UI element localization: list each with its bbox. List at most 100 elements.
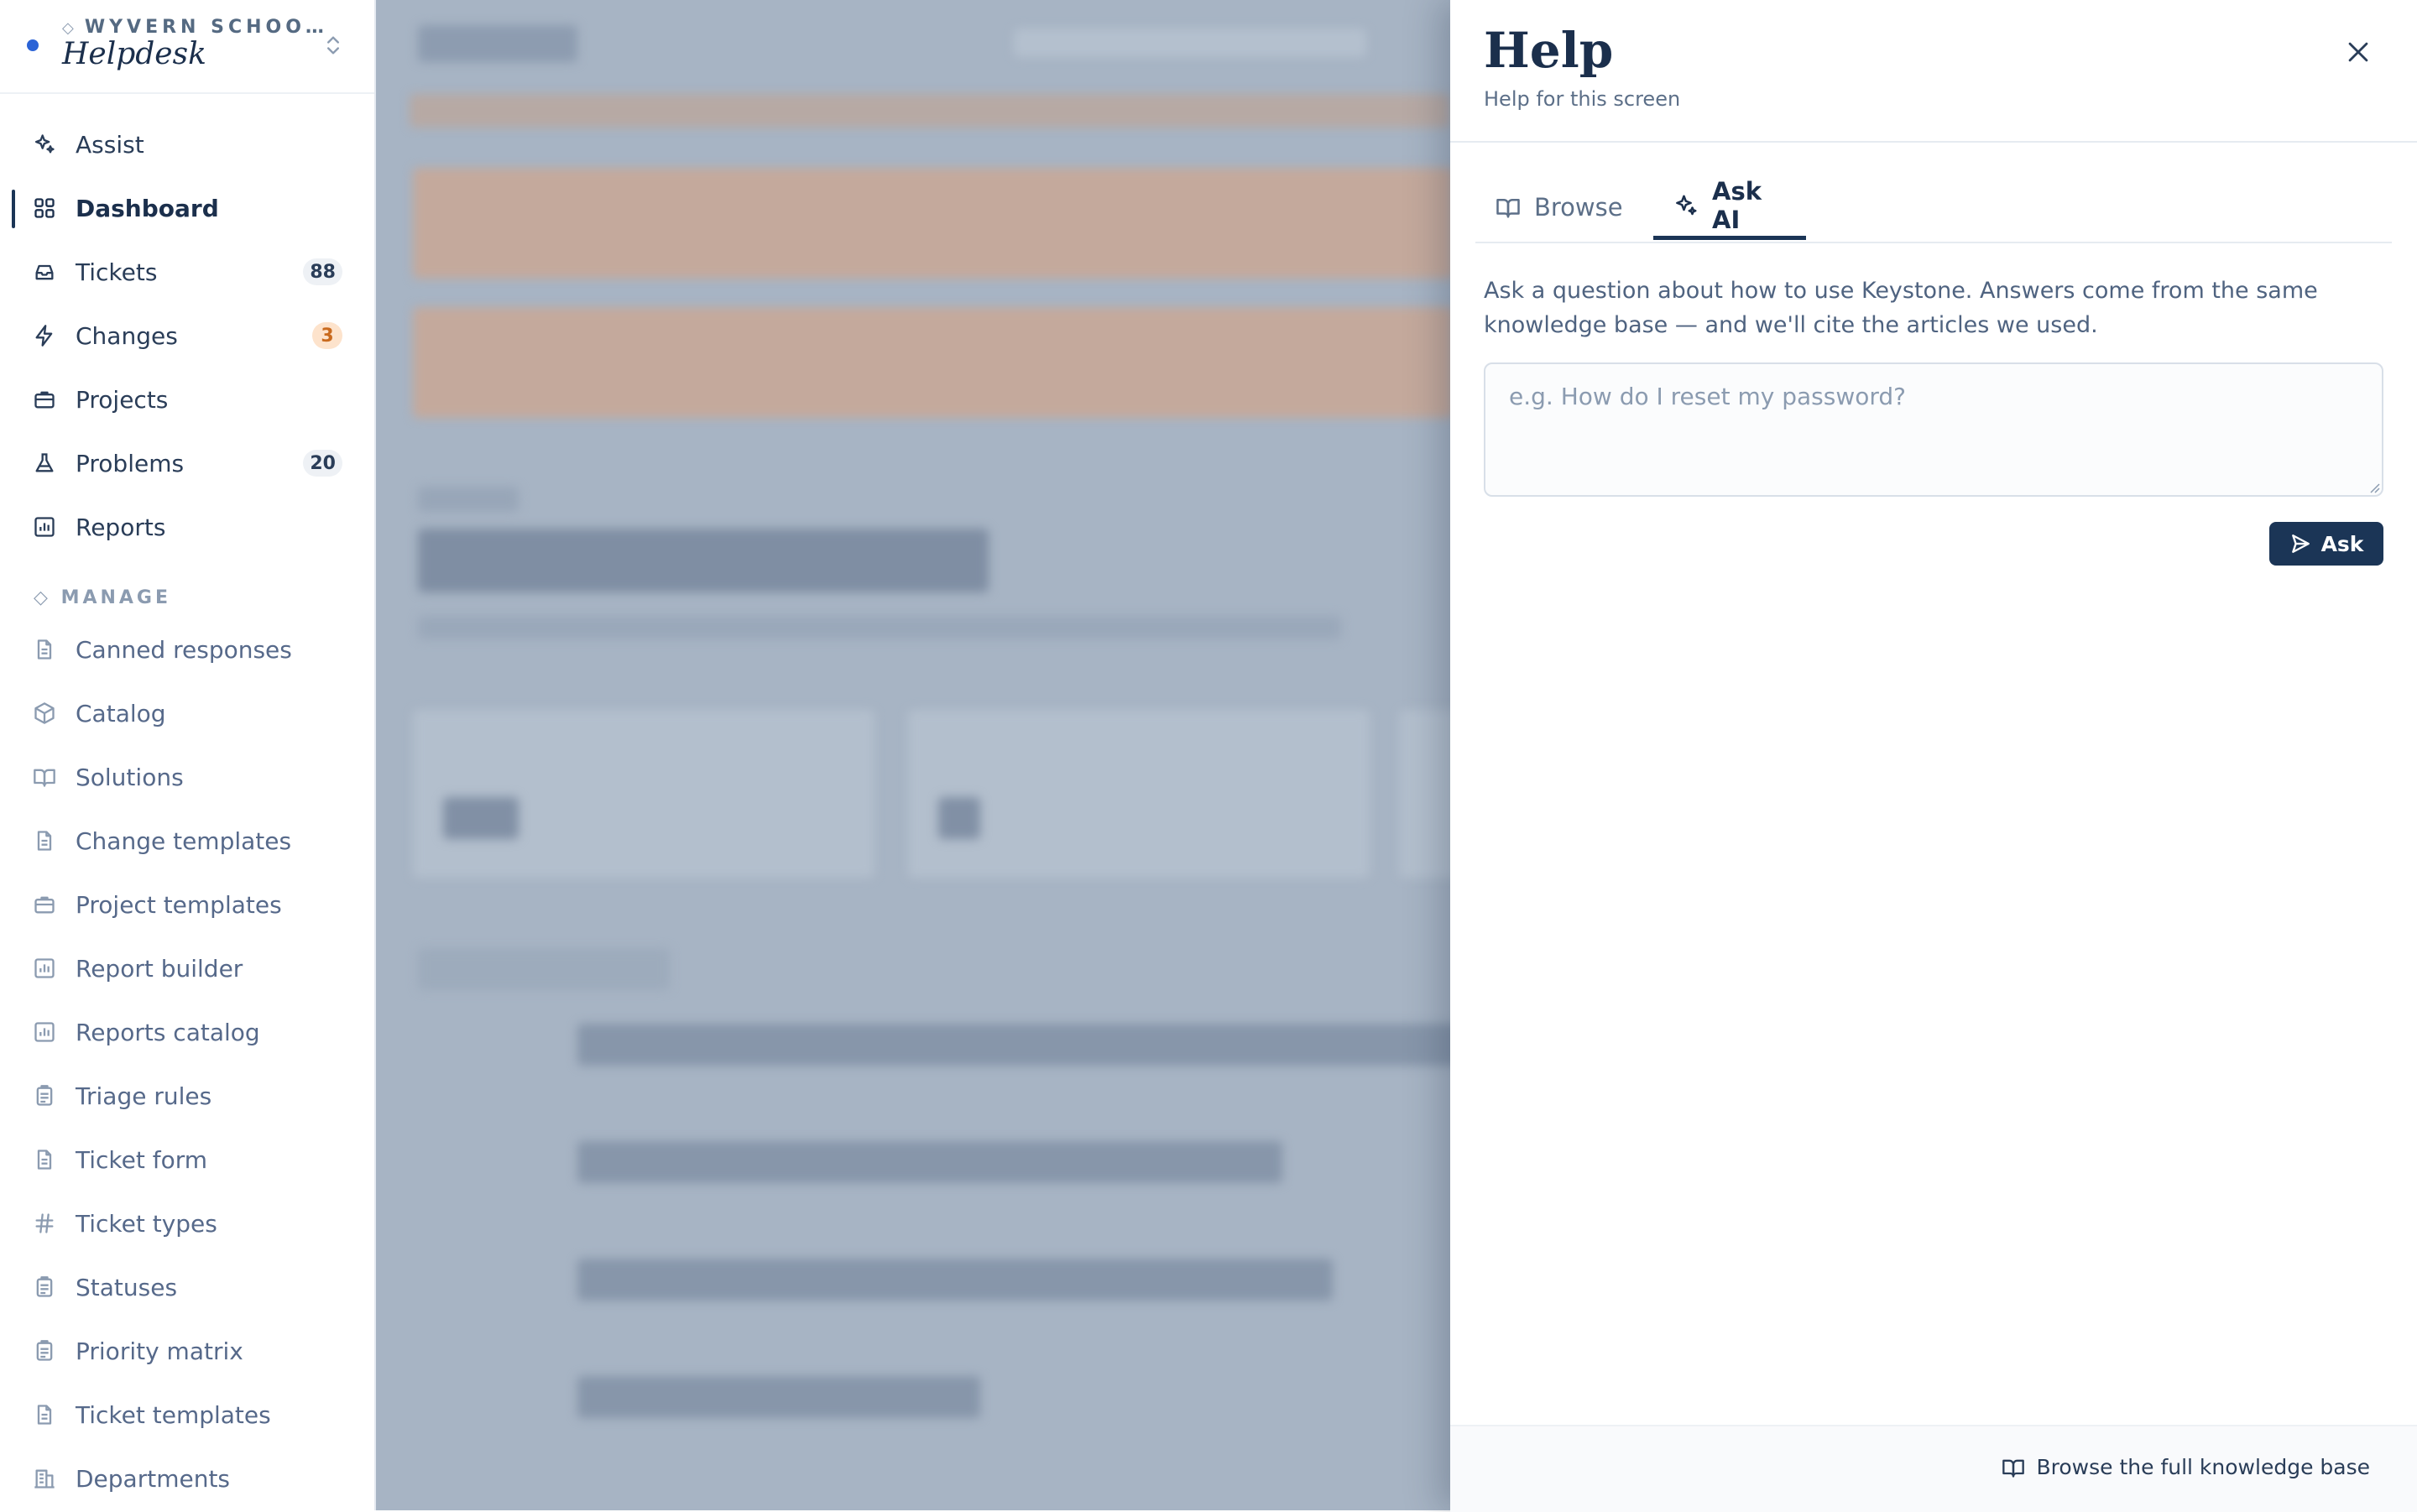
count-badge: 88 — [303, 258, 342, 285]
flask-icon — [32, 451, 57, 476]
sparkles-icon — [32, 132, 57, 157]
nav-item-label: Dashboard — [76, 194, 219, 222]
tab-label: Browse — [1534, 193, 1623, 222]
nav-item-tickets[interactable]: Tickets 88 — [32, 248, 342, 295]
close-icon — [2344, 38, 2373, 66]
panel-footer: Browse the full knowledge base — [1450, 1425, 2417, 1512]
workspace-status-dot — [27, 39, 39, 51]
count-badge: 3 — [312, 322, 342, 349]
blurred-page-title — [418, 529, 989, 592]
panel-divider — [1450, 141, 2417, 143]
nav-item-label: Projects — [76, 385, 169, 414]
nav-item-label: Problems — [76, 449, 185, 477]
nav-item-report-builder[interactable]: Report builder — [32, 945, 342, 992]
blurred-stat-card — [1400, 710, 1450, 878]
book-icon — [32, 764, 57, 790]
nav-item-label: Reports catalog — [76, 1018, 260, 1046]
blurred-search — [1014, 29, 1366, 57]
blurred-stat-value — [938, 797, 980, 839]
blurred-alert — [413, 307, 1450, 418]
ask-button-label: Ask — [2320, 531, 2364, 556]
document-icon — [32, 828, 57, 853]
book-icon — [2002, 1456, 2025, 1479]
help-panel: Help Help for this screen Browse Ask AI … — [1450, 0, 2417, 1512]
chart-icon — [32, 956, 57, 981]
chevron-updown-icon[interactable] — [321, 34, 345, 57]
close-button[interactable] — [2341, 35, 2375, 69]
blurred-page-header — [418, 25, 577, 62]
clipboard-icon — [32, 1275, 57, 1300]
blurred-list-row — [577, 1141, 1282, 1183]
workspace-name: Helpdesk — [62, 37, 206, 71]
briefcase-icon — [32, 387, 57, 412]
blurred-list-row — [577, 1024, 1450, 1066]
sparkles-icon — [1673, 193, 1699, 218]
send-icon — [2289, 533, 2311, 555]
nav-item-label: Catalog — [76, 699, 166, 727]
nav-item-ticket-types[interactable]: Ticket types — [32, 1200, 342, 1247]
chart-icon — [32, 1019, 57, 1045]
nav-item-assist[interactable]: Assist — [32, 121, 342, 168]
resize-grip-icon[interactable] — [2368, 482, 2380, 493]
book-icon — [1496, 195, 1521, 220]
grid-icon — [32, 196, 57, 221]
ask-button[interactable]: Ask — [2269, 522, 2383, 566]
modal-backdrop[interactable] — [376, 0, 1450, 1510]
blurred-list-row — [577, 1259, 1333, 1301]
nav-item-changes[interactable]: Changes 3 — [32, 312, 342, 359]
nav-item-label: Statuses — [76, 1273, 178, 1301]
nav-item-dashboard[interactable]: Dashboard — [32, 185, 342, 232]
count-badge: 20 — [303, 450, 342, 477]
nav-item-label: Reports — [76, 513, 166, 541]
nav-item-problems[interactable]: Problems 20 — [32, 440, 342, 487]
nav-item-label: Ticket form — [76, 1145, 208, 1174]
nav-item-change-templates[interactable]: Change templates — [32, 817, 342, 864]
ask-ai-intro: Ask a question about how to use Keystone… — [1484, 278, 2318, 338]
nav-item-ticket-form[interactable]: Ticket form — [32, 1136, 342, 1183]
nav-item-triage-rules[interactable]: Triage rules — [32, 1072, 342, 1119]
blurred-list-row — [577, 1376, 980, 1418]
nav-item-label: Canned responses — [76, 635, 292, 664]
nav-item-label: Change templates — [76, 826, 292, 855]
help-tabs: Browse Ask AI — [1475, 175, 2392, 243]
tab-ask-ai[interactable]: Ask AI — [1653, 175, 1806, 240]
nav-item-statuses[interactable]: Statuses — [32, 1264, 342, 1311]
cube-icon — [32, 701, 57, 726]
clipboard-icon — [32, 1338, 57, 1363]
nav-item-label: Tickets — [76, 258, 158, 286]
inbox-icon — [32, 259, 57, 284]
nav-item-departments[interactable]: Departments — [32, 1455, 342, 1502]
nav-item-ticket-templates[interactable]: Ticket templates — [32, 1391, 342, 1438]
nav-item-canned-responses[interactable]: Canned responses — [32, 626, 342, 673]
nav-item-priority-matrix[interactable]: Priority matrix — [32, 1327, 342, 1374]
nav-item-reports-catalog[interactable]: Reports catalog — [32, 1009, 342, 1056]
question-input[interactable] — [1484, 362, 2383, 497]
nav-item-label: Priority matrix — [76, 1337, 243, 1365]
blurred-stat-value — [443, 797, 519, 839]
active-indicator — [12, 190, 15, 228]
chart-icon — [32, 514, 57, 540]
blurred-stat-card — [413, 710, 874, 878]
link-label: Browse the full knowledge base — [2036, 1455, 2371, 1479]
browse-knowledge-base-link[interactable]: Browse the full knowledge base — [2002, 1455, 2371, 1479]
nav-item-label: Solutions — [76, 763, 184, 791]
workspace-org: ◇ WYVERN SCHOO… — [62, 17, 328, 38]
nav-item-projects[interactable]: Projects — [32, 376, 342, 423]
blurred-banner — [410, 94, 1450, 128]
nav-item-label: Changes — [76, 321, 178, 350]
nav-item-label: Report builder — [76, 954, 243, 983]
nav-item-solutions[interactable]: Solutions — [32, 753, 342, 800]
section-title-manage: ◇ MANAGE — [34, 587, 172, 608]
nav-item-label: Assist — [76, 130, 144, 159]
nav-item-label: Project templates — [76, 890, 282, 919]
blurred-alert — [413, 168, 1450, 279]
workspace-switcher[interactable]: ◇ WYVERN SCHOO… Helpdesk — [0, 0, 374, 94]
hash-icon — [32, 1211, 57, 1236]
nav-item-project-templates[interactable]: Project templates — [32, 881, 342, 928]
document-icon — [32, 1147, 57, 1172]
nav-item-catalog[interactable]: Catalog — [32, 690, 342, 737]
tab-browse[interactable]: Browse — [1475, 175, 1652, 240]
blurred-stat-card — [908, 710, 1370, 878]
sidebar: ◇ WYVERN SCHOO… Helpdesk Assist Dashboard… — [0, 0, 376, 1510]
nav-item-reports[interactable]: Reports — [32, 503, 342, 550]
